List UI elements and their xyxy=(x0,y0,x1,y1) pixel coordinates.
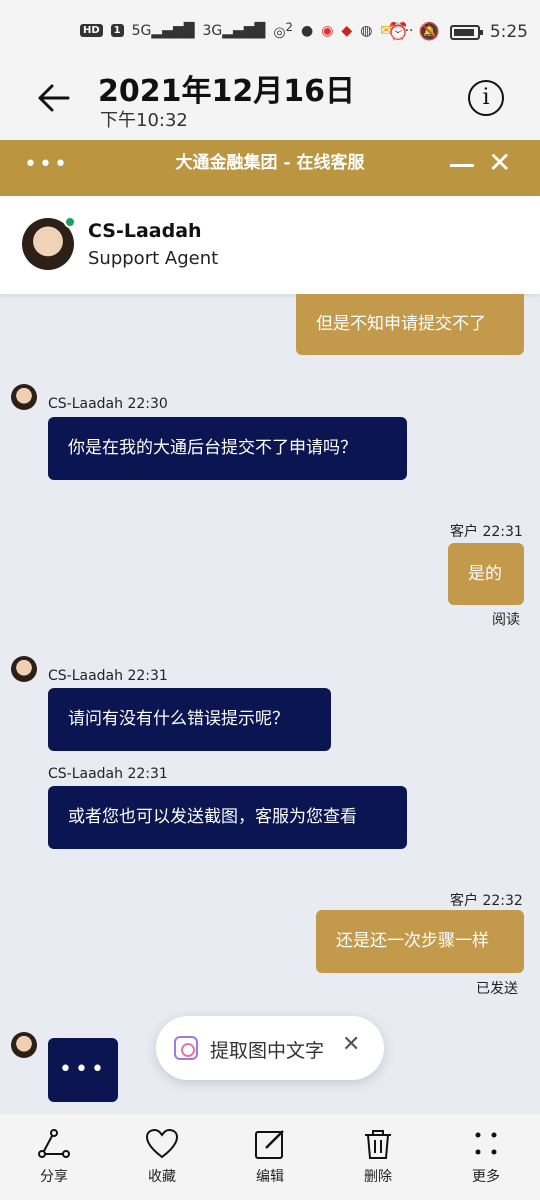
share-icon xyxy=(38,1129,70,1158)
delete-button[interactable]: 删除 xyxy=(338,1114,418,1200)
heart-icon xyxy=(145,1128,179,1159)
agent-message: 你是在我的大通后台提交不了申请吗？ xyxy=(48,417,407,480)
app-icon: ◆ xyxy=(341,22,353,39)
message-text: 是的 xyxy=(468,563,502,584)
agent-role: Support Agent xyxy=(88,248,219,269)
share-label: 分享 xyxy=(40,1169,68,1185)
photo-date: 2021年12月16日 xyxy=(98,74,355,109)
edit-label: 编辑 xyxy=(256,1169,284,1185)
mute-icon: 🔕 xyxy=(418,22,440,42)
hd-icon: HD xyxy=(80,24,103,38)
agent-avatar-small xyxy=(11,1032,37,1058)
customer-message: 还是还一次步骤一样 xyxy=(316,910,524,973)
minimize-icon[interactable] xyxy=(450,164,474,167)
status-right: ⏰ 🔕 5:25 xyxy=(387,22,528,42)
typing-dots: ••• xyxy=(59,1057,107,1082)
text-scan-icon xyxy=(174,1036,198,1060)
agent-message: 请问有没有什么错误提示呢？ xyxy=(48,688,331,751)
chat-title: 大通金融集团 - 在线客服 xyxy=(175,153,365,173)
alarm-icon: ⏰ xyxy=(387,22,409,42)
battery-icon xyxy=(449,24,483,40)
signal-5g-icon: 5G▂▄▆█ xyxy=(131,22,195,39)
chat-messages: 但是不知申请提交不了 CS-Laadah 22:30 你是在我的大通后台提交不了… xyxy=(0,294,540,1114)
more-icon xyxy=(475,1132,497,1155)
hotspot-icon: ◎2 xyxy=(273,20,293,41)
delete-label: 删除 xyxy=(364,1169,392,1185)
back-arrow-icon[interactable] xyxy=(34,78,74,118)
message-meta: CS-Laadah 22:30 xyxy=(48,396,168,412)
customer-message: 是的 xyxy=(448,543,524,605)
bottom-action-bar: 分享 收藏 编辑 删除 更多 xyxy=(0,1114,540,1200)
message-text: 还是还一次步骤一样 xyxy=(336,931,489,951)
signal-3g-icon: 3G▂▄▆█ xyxy=(202,22,266,39)
clock: 5:25 xyxy=(489,22,528,42)
message-meta: 客户 22:31 xyxy=(450,524,523,540)
ocr-label[interactable]: 提取图中文字 xyxy=(210,1036,324,1063)
browser-icon: ◍ xyxy=(360,22,373,39)
status-icons: HD 1 5G▂▄▆█ 3G▂▄▆█ ◎2 ● ◉ ◆ ◍ ✉ ··· xyxy=(80,20,414,41)
read-status: 阅读 xyxy=(492,612,520,628)
agent-message: 或者您也可以发送截图，客服为您查看 xyxy=(48,786,407,849)
more-label: 更多 xyxy=(472,1169,500,1185)
customer-message: 但是不知申请提交不了 xyxy=(296,294,524,355)
edit-icon xyxy=(255,1130,284,1159)
close-icon[interactable]: ✕ xyxy=(488,146,511,179)
wechat-icon: ● xyxy=(300,22,314,39)
more-button[interactable]: 更多 xyxy=(446,1114,526,1200)
edit-button[interactable]: 编辑 xyxy=(230,1114,310,1200)
message-text: 或者您也可以发送截图，客服为您查看 xyxy=(68,807,357,827)
favorite-label: 收藏 xyxy=(148,1169,176,1185)
agent-avatar-small xyxy=(11,656,37,682)
message-meta: CS-Laadah 22:31 xyxy=(48,766,168,782)
sent-status: 已发送 xyxy=(476,981,518,997)
agent-avatar-small xyxy=(11,384,37,410)
online-status-icon xyxy=(64,216,76,228)
favorite-button[interactable]: 收藏 xyxy=(122,1114,202,1200)
ocr-popup[interactable]: 提取图中文字 ✕ xyxy=(156,1016,384,1080)
weibo-icon: ◉ xyxy=(321,22,334,39)
photo-time: 下午10:32 xyxy=(100,110,188,131)
message-meta: CS-Laadah 22:31 xyxy=(48,668,168,684)
trash-icon xyxy=(365,1130,391,1159)
viewer-header: 2021年12月16日 下午10:32 xyxy=(0,56,540,140)
info-icon[interactable]: i xyxy=(468,80,504,116)
agent-card: CS-Laadah Support Agent xyxy=(0,196,540,294)
typing-indicator: ••• xyxy=(48,1038,118,1102)
message-text: 请问有没有什么错误提示呢？ xyxy=(68,709,289,729)
agent-name: CS-Laadah xyxy=(88,220,202,242)
message-meta: 客户 22:32 xyxy=(450,893,523,909)
message-text: 但是不知申请提交不了 xyxy=(316,314,486,334)
ocr-close-icon[interactable]: ✕ xyxy=(342,1032,360,1057)
chat-titlebar: ••• 大通金融集团 - 在线客服 ✕ xyxy=(0,140,540,196)
share-button[interactable]: 分享 xyxy=(14,1114,94,1200)
sim-icon: 1 xyxy=(110,24,124,38)
message-text: 你是在我的大通后台提交不了申请吗？ xyxy=(68,438,357,458)
